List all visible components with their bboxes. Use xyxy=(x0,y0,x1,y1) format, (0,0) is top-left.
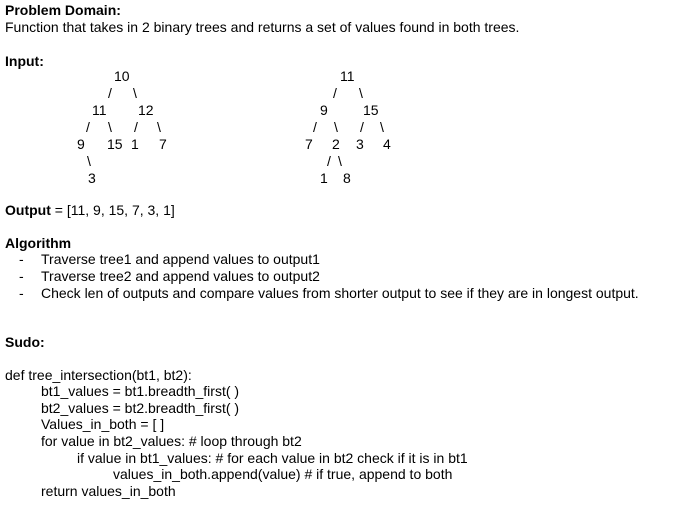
algorithm-step: Traverse tree2 and append values to outp… xyxy=(41,268,320,284)
tree2-edge: / xyxy=(333,85,337,101)
tree2-edge: \ xyxy=(338,153,342,169)
code-line: bt2_values = bt2.breadth_first( ) xyxy=(41,400,240,416)
output-line: Output = [11, 9, 15, 7, 3, 1] xyxy=(5,202,175,219)
tree1-edge: / xyxy=(134,119,138,135)
tree2-edge: / xyxy=(327,153,331,169)
output-heading: Output xyxy=(5,202,51,218)
code-line: return values_in_both xyxy=(41,483,176,499)
algorithm-step: Traverse tree1 and append values to outp… xyxy=(41,251,320,267)
tree1-edge: \ xyxy=(87,153,91,169)
code-line: Values_in_both = [ ] xyxy=(41,416,165,432)
tree1-node: 10 xyxy=(114,68,130,84)
code-line: if value in bt1_values: # for each value… xyxy=(77,450,468,466)
tree1-node: 7 xyxy=(159,136,167,152)
tree1-node: 3 xyxy=(88,170,96,186)
algorithm-bullet: - xyxy=(19,285,24,301)
tree2-node: 11 xyxy=(340,68,355,84)
code-line: values_in_both.append(value) # if true, … xyxy=(113,466,453,482)
tree2-edge: \ xyxy=(359,85,363,101)
tree1-node: 12 xyxy=(138,102,154,118)
problem-domain-heading: Problem Domain: xyxy=(5,2,121,18)
tree2-node: 3 xyxy=(356,136,364,152)
tree2-edge: / xyxy=(360,119,364,135)
tree2-node: 2 xyxy=(332,136,340,152)
tree2-node: 8 xyxy=(343,170,351,186)
tree1-node: 15 xyxy=(107,136,123,152)
tree1-edge: / xyxy=(108,85,112,101)
tree1-edge: \ xyxy=(108,119,112,135)
tree1-edge: \ xyxy=(133,85,137,101)
algorithm-heading: Algorithm xyxy=(5,235,72,251)
tree2-node: 4 xyxy=(383,136,391,152)
tree1-node: 11 xyxy=(92,102,107,118)
tree1-node: 9 xyxy=(77,136,85,152)
sudo-heading: Sudo: xyxy=(5,334,45,350)
tree1-node: 1 xyxy=(131,136,139,152)
code-line: for value in bt2_values: # loop through … xyxy=(41,433,302,449)
code-line: def tree_intersection(bt1, bt2): xyxy=(5,367,192,383)
tree2-edge: \ xyxy=(334,119,338,135)
tree1-edge: \ xyxy=(157,119,161,135)
algorithm-bullet: - xyxy=(19,251,24,267)
tree2-node: 15 xyxy=(363,102,379,118)
tree2-edge: / xyxy=(313,119,317,135)
algorithm-step: Check len of outputs and compare values … xyxy=(41,285,639,301)
output-value: = [11, 9, 15, 7, 3, 1] xyxy=(50,202,175,218)
algorithm-bullet: - xyxy=(19,268,24,284)
tree2-edge: \ xyxy=(380,119,384,135)
input-heading: Input: xyxy=(5,53,44,69)
tree2-node: 9 xyxy=(320,102,328,118)
problem-domain-text: Function that takes in 2 binary trees an… xyxy=(5,19,520,35)
tree1-edge: / xyxy=(86,119,90,135)
code-line: bt1_values = bt1.breadth_first( ) xyxy=(41,383,240,399)
tree2-node: 7 xyxy=(305,136,313,152)
tree2-node: 1 xyxy=(320,170,328,186)
